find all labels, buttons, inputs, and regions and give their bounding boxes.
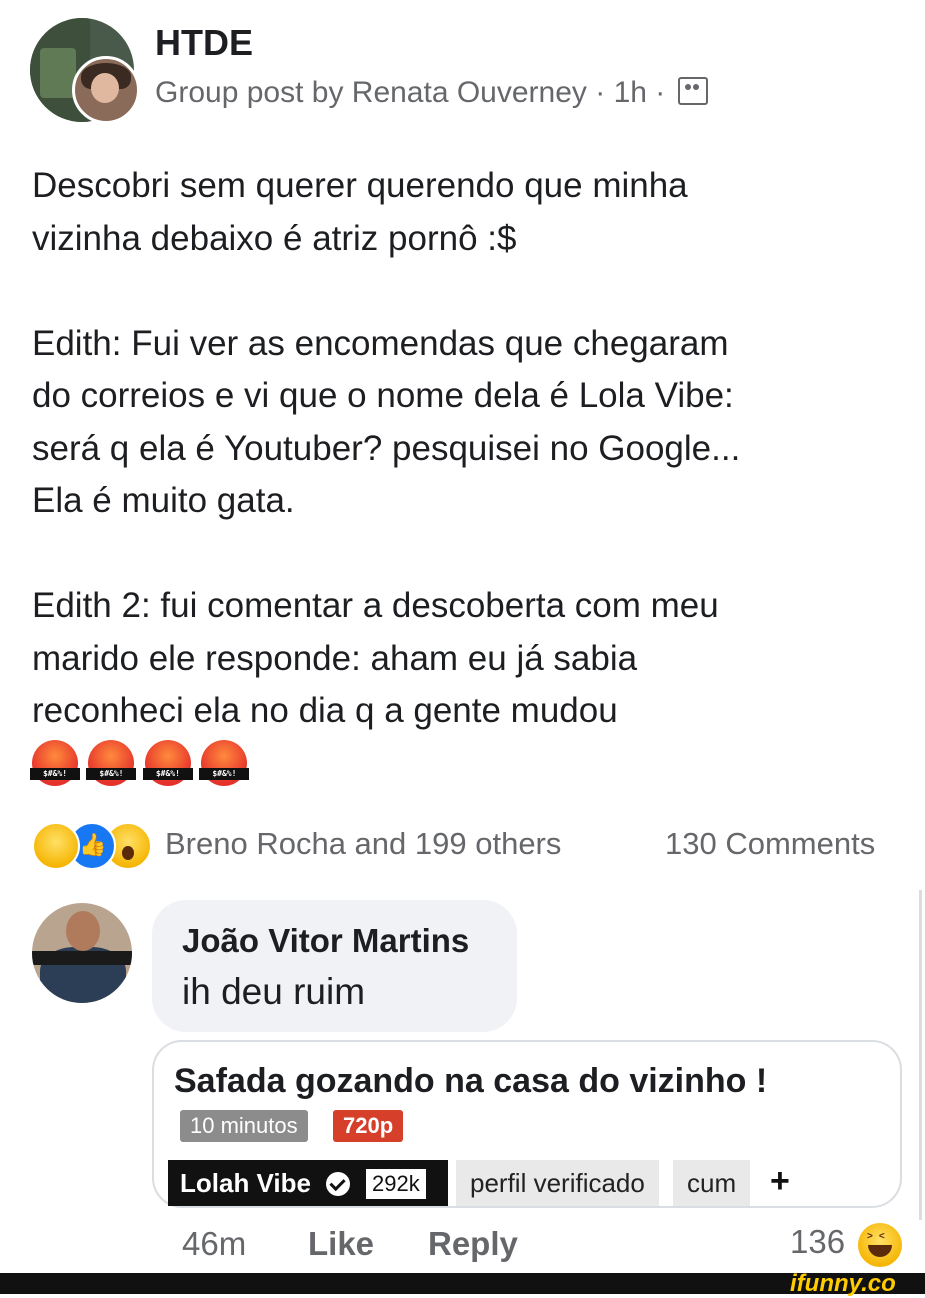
poster-avatar[interactable] xyxy=(72,56,140,124)
cursing-face-icon: $#&%! xyxy=(30,740,80,786)
cursing-face-icon: $#&%! xyxy=(199,740,250,786)
comment-text: ih deu ruim xyxy=(182,971,366,1012)
commenter-avatar[interactable] xyxy=(32,903,132,1003)
cursing-face-icon: $#&%! xyxy=(142,740,193,786)
reaction-icons[interactable] xyxy=(32,822,162,870)
subscriber-count: 292k xyxy=(365,1168,427,1200)
haha-icon: >< xyxy=(858,1223,902,1267)
divider xyxy=(919,890,922,1220)
angry-emoji-row: $#&%! $#&%! $#&%! $#&%! xyxy=(30,740,253,790)
cursing-face-icon: $#&%! xyxy=(86,740,137,786)
haha-icon xyxy=(32,822,80,870)
group-name[interactable]: HTDE xyxy=(155,22,253,64)
tag-chip[interactable]: perfil verificado xyxy=(456,1160,659,1206)
group-members-icon xyxy=(677,77,708,105)
reply-button[interactable]: Reply xyxy=(428,1225,518,1263)
video-title[interactable]: Safada gozando na casa do vizinho ! xyxy=(174,1062,767,1101)
add-tag-button[interactable]: + xyxy=(770,1162,790,1201)
post-text: Descobri sem querer querendo que minha v… xyxy=(32,166,741,730)
reactors-summary[interactable]: Breno Rocha and 199 others xyxy=(165,826,561,862)
post-meta: Group post by Renata Ouverney · 1h · xyxy=(155,76,708,110)
tag-chip[interactable]: cum xyxy=(673,1160,751,1206)
like-button[interactable]: Like xyxy=(308,1225,374,1263)
post-meta-text: Group post by Renata Ouverney · 1h · xyxy=(155,76,666,109)
comments-count[interactable]: 130 Comments xyxy=(665,826,875,862)
channel-name: Lolah Vibe xyxy=(180,1168,311,1198)
duration-badge: 10 minutos xyxy=(180,1110,308,1142)
comment-timestamp[interactable]: 46m xyxy=(182,1225,246,1263)
comment-reaction-count[interactable]: 136 xyxy=(790,1223,845,1261)
footer-bar xyxy=(0,1273,925,1294)
comment-author[interactable]: João Vitor Martins xyxy=(182,922,469,960)
verified-check-icon xyxy=(326,1172,350,1196)
quality-badge: 720p xyxy=(333,1110,404,1142)
